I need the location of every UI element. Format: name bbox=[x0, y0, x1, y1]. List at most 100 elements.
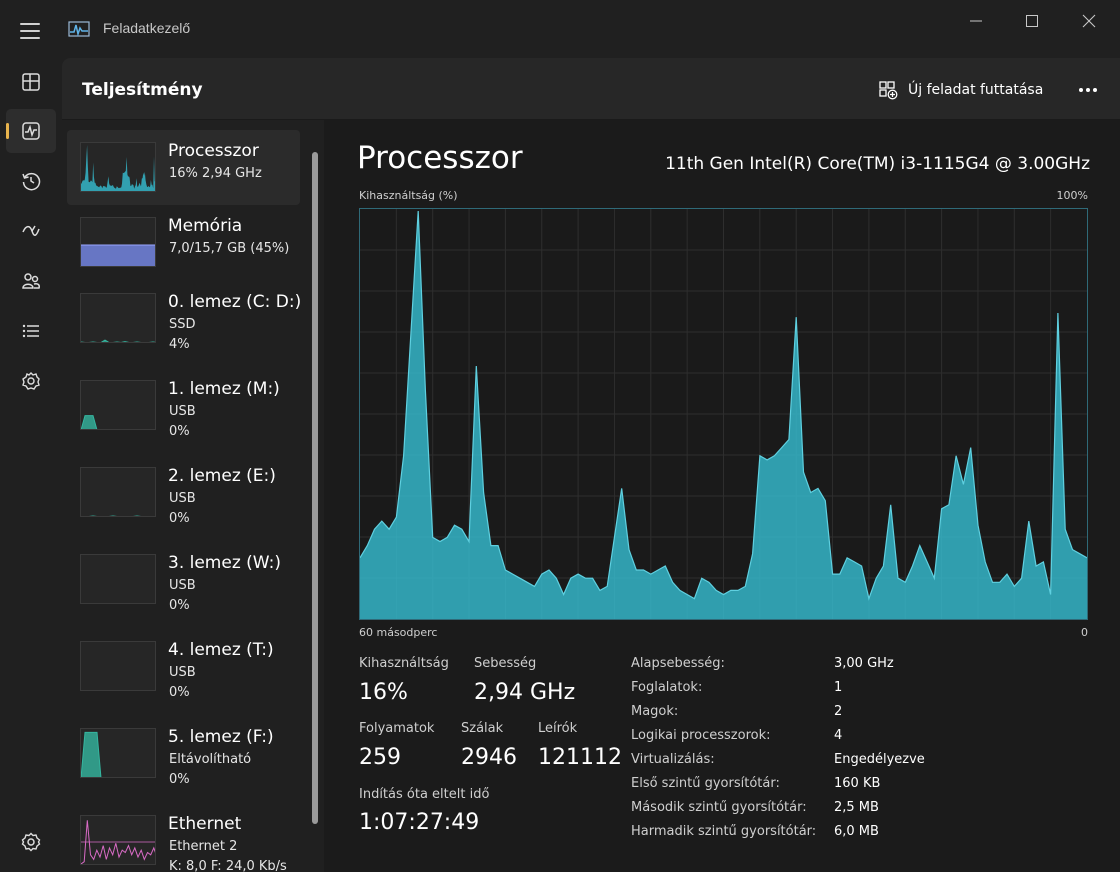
spec-value: 2,5 MB bbox=[834, 800, 879, 815]
sidebar-item-usage: K: 8,0 F: 24,0 Kb/s bbox=[169, 859, 287, 872]
thumbnail-graph bbox=[81, 415, 98, 429]
graph-label-utilization: Kihasználtság (%) bbox=[359, 189, 458, 202]
nav-users[interactable] bbox=[6, 259, 56, 303]
utilization-value: 16% bbox=[359, 680, 408, 705]
minimize-icon[interactable] bbox=[965, 12, 987, 30]
spec-label: Virtualizálás: bbox=[631, 752, 715, 767]
nav-details[interactable] bbox=[6, 309, 56, 353]
nav-startup-apps[interactable] bbox=[6, 209, 56, 253]
sidebar-item-thumbnail bbox=[80, 142, 156, 192]
page-title: Teljesítmény bbox=[82, 80, 203, 100]
sidebar-item-detail: 16% 2,94 GHz bbox=[169, 166, 262, 181]
thumbnail-disk-line bbox=[81, 515, 155, 516]
cpu-graph-canvas bbox=[360, 209, 1087, 619]
sidebar-item-usage: 0% bbox=[169, 772, 190, 787]
maximize-icon[interactable] bbox=[1021, 12, 1043, 30]
details-icon bbox=[22, 324, 39, 338]
sidebar-item-usage: 4% bbox=[169, 337, 190, 352]
more-options-button[interactable] bbox=[1072, 78, 1104, 102]
sidebar-item-name: 4. lemez (T:) bbox=[168, 640, 274, 660]
spec-label: Első szintű gyorsítótár: bbox=[631, 776, 780, 791]
sidebar-item-5[interactable]: 3. lemez (W:) USB 0% bbox=[67, 541, 300, 616]
cpu-title: Processzor bbox=[357, 140, 523, 176]
nav-app-history[interactable] bbox=[6, 159, 56, 203]
close-icon[interactable] bbox=[1078, 12, 1100, 30]
sidebar-item-3[interactable]: 1. lemez (M:) USB 0% bbox=[67, 367, 300, 442]
sidebar-item-1[interactable]: Memória 7,0/15,7 GB (45%) bbox=[67, 205, 300, 280]
task-manager-app-icon bbox=[68, 21, 90, 37]
cpu-utilization-graph bbox=[359, 208, 1088, 620]
nav-processes[interactable] bbox=[6, 60, 56, 104]
sidebar-item-6[interactable]: 4. lemez (T:) USB 0% bbox=[67, 628, 300, 703]
graph-label-max: 100% bbox=[1056, 189, 1088, 202]
run-new-task-button[interactable]: Új feladat futtatása bbox=[878, 76, 1043, 104]
processes-label: Folyamatok bbox=[359, 721, 435, 736]
app-title: Feladatkezelő bbox=[103, 20, 191, 36]
sidebar-item-detail: SSD bbox=[169, 317, 196, 332]
thumbnail-cpu-area bbox=[81, 145, 155, 191]
sidebar-item-name: Memória bbox=[168, 216, 243, 236]
thumbnail-disk-area bbox=[81, 340, 153, 342]
sidebar-item-detail: USB bbox=[169, 491, 196, 506]
speed-value: 2,94 GHz bbox=[474, 680, 576, 705]
sidebar-item-8[interactable]: Ethernet Ethernet 2 K: 8,0 F: 24,0 Kb/s bbox=[67, 802, 300, 872]
sidebar-item-detail: USB bbox=[169, 665, 196, 680]
cpu-model: 11th Gen Intel(R) Core(TM) i3-1115G4 @ 3… bbox=[665, 154, 1090, 174]
sidebar-item-thumbnail bbox=[80, 641, 156, 691]
sidebar-item-thumbnail bbox=[80, 728, 156, 778]
graph-label-seconds: 60 másodperc bbox=[359, 626, 438, 639]
thumbnail-graph bbox=[81, 244, 155, 266]
uptime-label: Indítás óta eltelt idő bbox=[359, 787, 490, 802]
thumbnail-graph bbox=[81, 820, 155, 864]
uptime-value: 1:07:27:49 bbox=[359, 810, 480, 835]
sidebar-item-name: Processzor bbox=[168, 141, 259, 161]
utilization-label: Kihasználtság bbox=[359, 656, 449, 671]
performance-sidebar: Processzor 16% 2,94 GHz Memória 7,0/15,7 GB… bbox=[62, 120, 324, 872]
sidebar-item-2[interactable]: 0. lemez (C: D:) SSD 4% bbox=[67, 280, 301, 355]
thumbnail-disk-area bbox=[81, 415, 97, 429]
thumbnail-graph bbox=[81, 555, 156, 604]
spec-label: Magok: bbox=[631, 704, 679, 719]
handles-value: 121112 bbox=[538, 745, 622, 770]
sidebar-item-name: 5. lemez (F:) bbox=[168, 727, 274, 747]
spec-label: Foglalatok: bbox=[631, 680, 703, 695]
startup-apps-icon bbox=[22, 225, 40, 236]
sidebar-scrollbar[interactable] bbox=[312, 152, 318, 824]
sidebar-item-name: 3. lemez (W:) bbox=[168, 553, 281, 573]
spec-value: 2 bbox=[834, 704, 843, 719]
sidebar-item-usage: 0% bbox=[169, 424, 190, 439]
spec-value: 1 bbox=[834, 680, 843, 695]
nav-performance[interactable] bbox=[6, 109, 56, 153]
sidebar-item-detail: Eltávolítható bbox=[169, 752, 252, 767]
thumbnail-graph bbox=[81, 515, 155, 516]
hamburger-menu-icon[interactable] bbox=[20, 23, 40, 39]
sidebar-item-name: 2. lemez (E:) bbox=[168, 466, 276, 486]
thumbnail-disk-area bbox=[81, 732, 101, 777]
sidebar-item-usage: 0% bbox=[169, 685, 190, 700]
sidebar-item-0[interactable]: Processzor 16% 2,94 GHz bbox=[67, 130, 300, 205]
spec-value: 160 KB bbox=[834, 776, 881, 791]
spec-value: Engedélyezve bbox=[834, 752, 925, 767]
sidebar-item-detail: Ethernet 2 bbox=[169, 839, 238, 854]
thumbnail-memory-fill bbox=[81, 245, 155, 266]
title-bar: Feladatkezelő bbox=[0, 0, 1120, 60]
sidebar-item-4[interactable]: 2. lemez (E:) USB 0% bbox=[67, 454, 300, 529]
sidebar-item-thumbnail bbox=[80, 815, 156, 865]
nav-rail bbox=[0, 60, 62, 872]
handles-label: Leírók bbox=[538, 721, 578, 736]
run-task-icon bbox=[879, 81, 898, 100]
sidebar-item-7[interactable]: 5. lemez (F:) Eltávolítható 0% bbox=[67, 715, 300, 790]
thumbnail-graph bbox=[81, 339, 155, 342]
nav-settings[interactable] bbox=[6, 820, 56, 864]
app-history-icon bbox=[22, 172, 41, 191]
spec-label: Logikai processzorok: bbox=[631, 728, 771, 743]
spec-value: 4 bbox=[834, 728, 843, 743]
sidebar-item-thumbnail bbox=[80, 554, 156, 604]
processes-icon bbox=[22, 73, 40, 91]
nav-services[interactable] bbox=[6, 359, 56, 403]
sidebar-item-detail: USB bbox=[169, 578, 196, 593]
spec-value: 3,00 GHz bbox=[834, 656, 894, 671]
processes-value: 259 bbox=[359, 745, 401, 770]
spec-label: Második szintű gyorsítótár: bbox=[631, 800, 807, 815]
settings-icon bbox=[21, 832, 41, 852]
